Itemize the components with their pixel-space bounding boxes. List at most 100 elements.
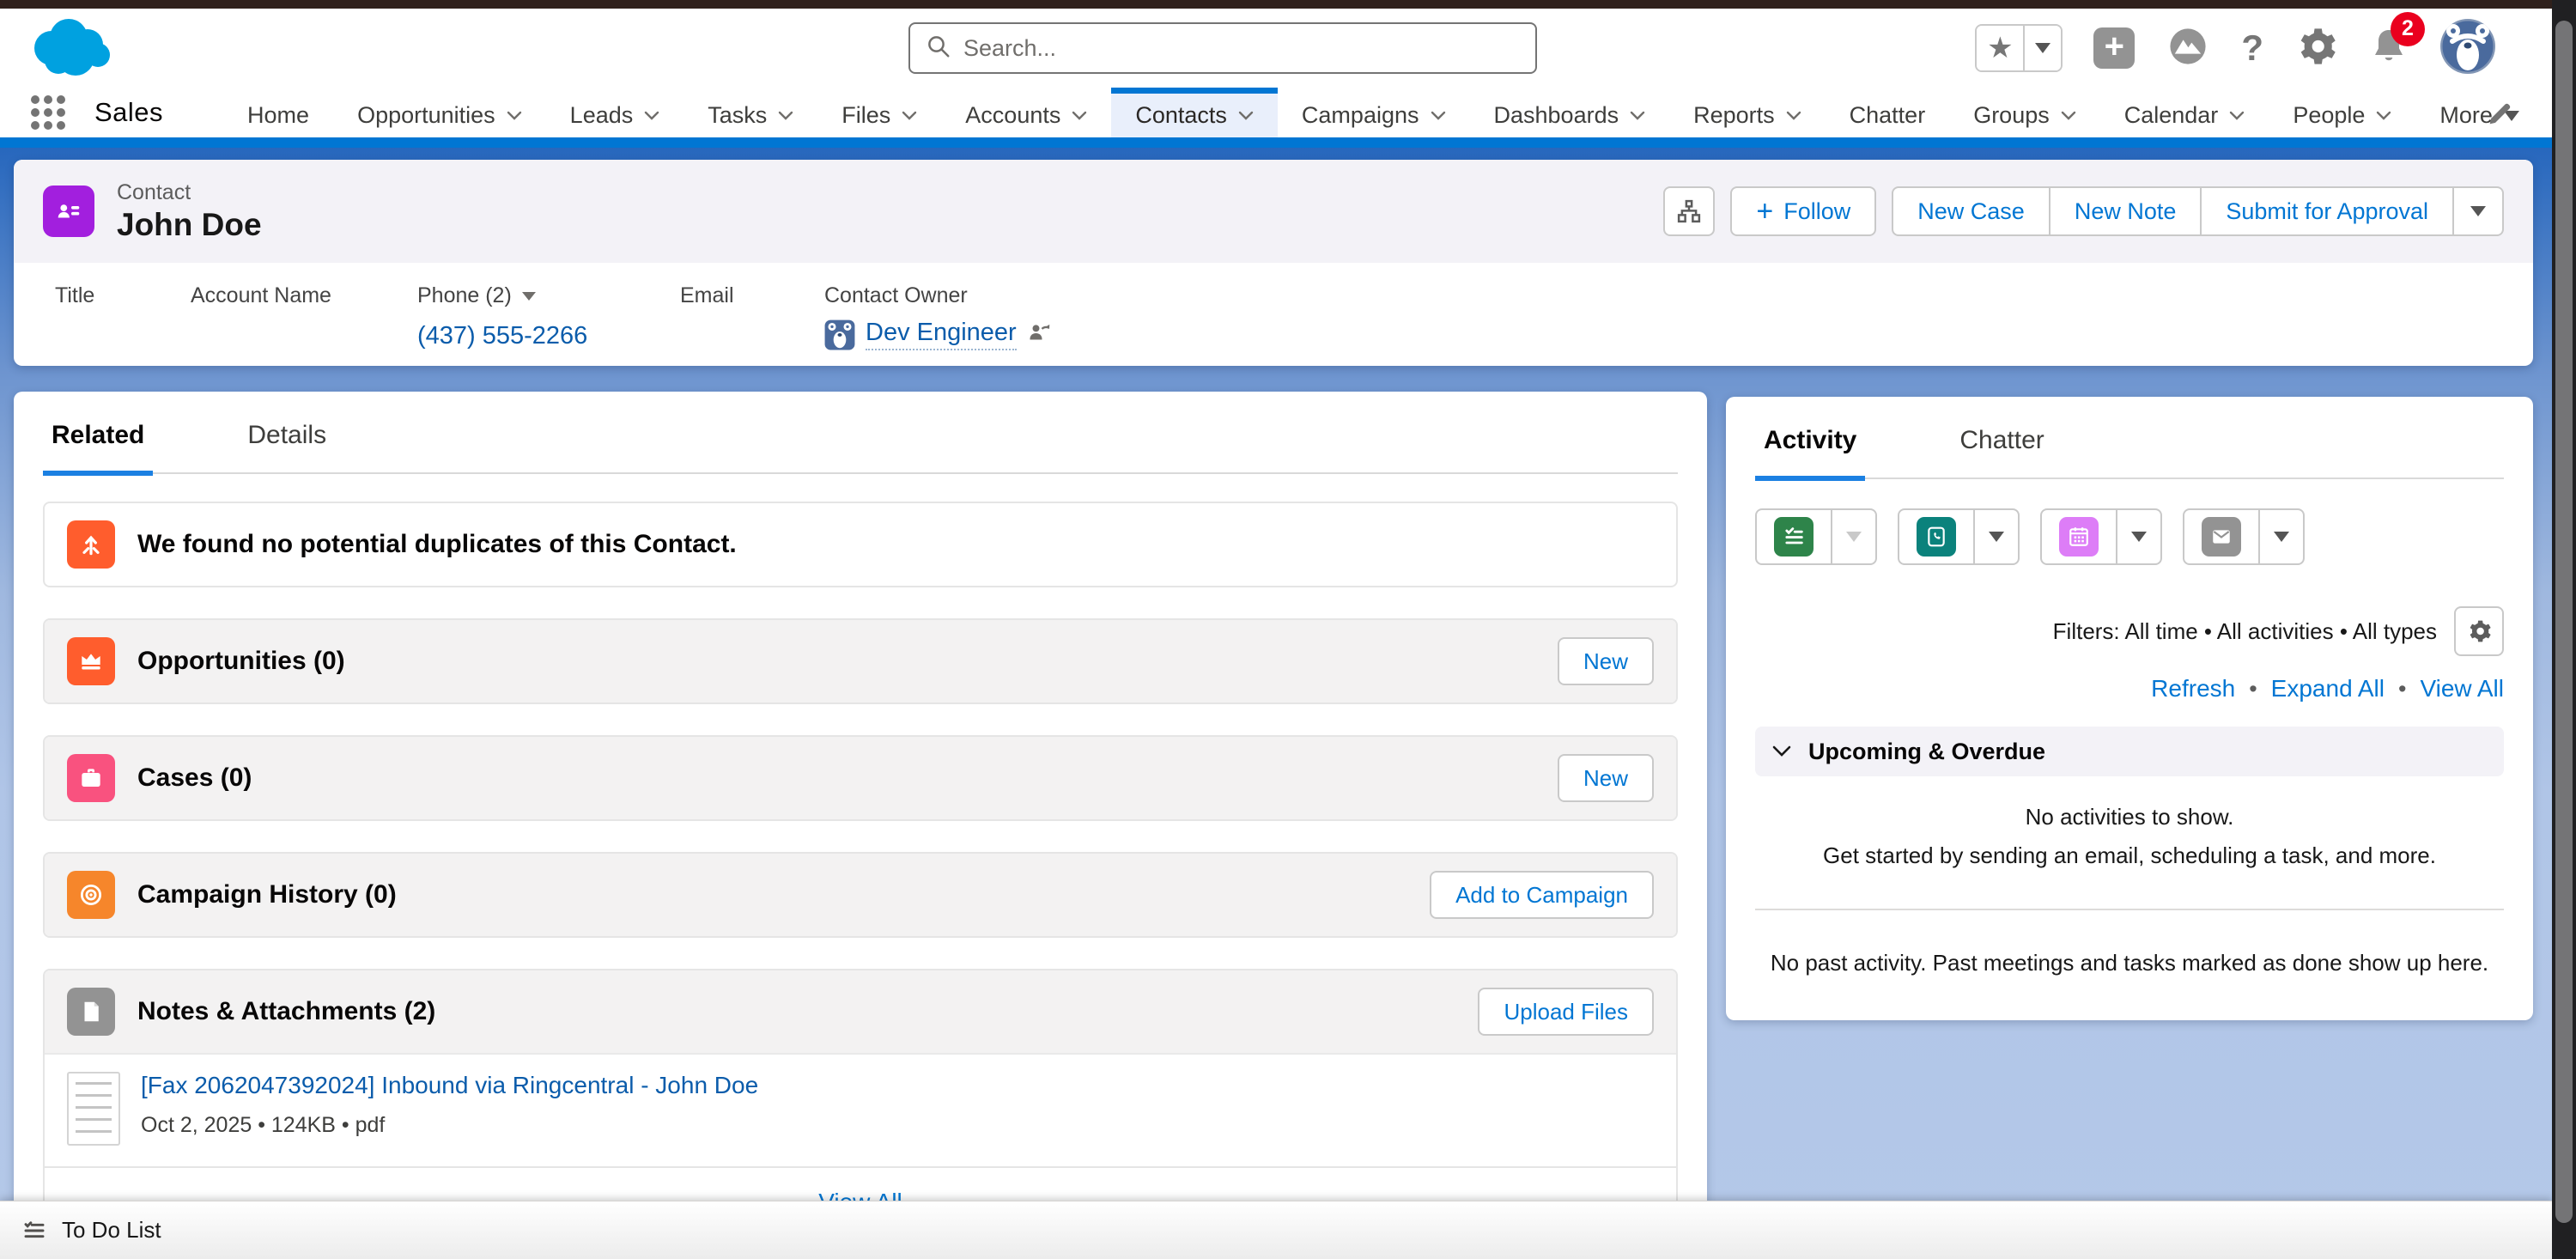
new-case-button[interactable]: New Case bbox=[1892, 186, 2050, 236]
new-event-button[interactable] bbox=[2042, 510, 2116, 563]
new-note-button[interactable]: New Note bbox=[2050, 186, 2202, 236]
tab-details[interactable]: Details bbox=[239, 421, 335, 476]
favorites-star-button[interactable]: ★ bbox=[1977, 26, 2023, 70]
task-icon bbox=[1774, 517, 1814, 557]
phone-value-link[interactable]: (437) 555-2266 bbox=[417, 322, 587, 350]
user-avatar[interactable] bbox=[2440, 19, 2495, 78]
nav-tab-dashboards[interactable]: Dashboards bbox=[1470, 88, 1670, 137]
record-highlight-fields: Title Account Name Phone (2) (437) 555-2… bbox=[14, 263, 2533, 366]
help-button[interactable]: ? bbox=[2241, 27, 2263, 69]
todo-list-button[interactable]: To Do List bbox=[21, 1217, 161, 1244]
upload-files-button[interactable]: Upload Files bbox=[1478, 988, 1654, 1036]
record-name: John Doe bbox=[117, 207, 262, 243]
caret-down-icon bbox=[2470, 206, 2486, 216]
change-owner-icon[interactable] bbox=[1027, 320, 1051, 349]
chevron-down-icon bbox=[644, 111, 659, 121]
activity-filters-row: Filters: All time • All activities • All… bbox=[1755, 606, 2504, 656]
tab-activity[interactable]: Activity bbox=[1755, 426, 1865, 481]
entity-label: Contact bbox=[117, 180, 262, 205]
favorites-button-group: ★ bbox=[1975, 24, 2063, 72]
related-list-title[interactable]: Cases (0) bbox=[137, 763, 252, 793]
tab-related[interactable]: Related bbox=[43, 421, 153, 476]
file-thumbnail bbox=[67, 1072, 120, 1146]
file-name-link[interactable]: [Fax 2062047392024] Inbound via Ringcent… bbox=[141, 1072, 758, 1099]
nav-tab-campaigns[interactable]: Campaigns bbox=[1278, 88, 1470, 137]
refresh-link[interactable]: Refresh bbox=[2151, 675, 2235, 702]
global-search[interactable] bbox=[908, 22, 1537, 74]
attachment-row[interactable]: [Fax 2062047392024] Inbound via Ringcent… bbox=[45, 1053, 1676, 1166]
log-call-split-button bbox=[1898, 508, 2020, 565]
email-button[interactable] bbox=[2184, 510, 2258, 563]
related-list-title[interactable]: Opportunities (0) bbox=[137, 647, 345, 676]
edit-nav-pencil-icon[interactable] bbox=[2485, 100, 2514, 133]
past-activity-text: No past activity. Past meetings and task… bbox=[1755, 950, 2504, 976]
field-title: Title bbox=[55, 283, 94, 308]
search-input[interactable] bbox=[963, 35, 1520, 62]
scrollbar-thumb[interactable] bbox=[2555, 21, 2573, 1223]
nav-tab-tasks[interactable]: Tasks bbox=[683, 88, 817, 137]
upcoming-overdue-section[interactable]: Upcoming & Overdue bbox=[1755, 727, 2504, 776]
record-header-card: Contact John Doe +Follow New Case New No… bbox=[14, 160, 2533, 366]
app-navigation-bar: Sales Home Opportunities Leads Tasks Fil… bbox=[0, 88, 2552, 137]
new-task-split-button bbox=[1755, 508, 1877, 565]
app-launcher-icon[interactable] bbox=[31, 95, 65, 130]
setup-gear-button[interactable] bbox=[2294, 25, 2337, 72]
nav-tab-chatter[interactable]: Chatter bbox=[1826, 88, 1950, 137]
related-list-title[interactable]: Notes & Attachments (2) bbox=[137, 997, 435, 1026]
email-dropdown-button[interactable] bbox=[2258, 510, 2303, 563]
task-dropdown-button[interactable] bbox=[1831, 510, 1875, 563]
nav-tab-more[interactable]: More bbox=[2415, 88, 2543, 137]
activity-view-all-link[interactable]: View All bbox=[2420, 675, 2504, 702]
activity-links-row: Refresh • Expand All • View All bbox=[1755, 675, 2504, 702]
nav-tab-leads[interactable]: Leads bbox=[546, 88, 684, 137]
expand-all-link[interactable]: Expand All bbox=[2271, 675, 2385, 702]
notes-icon bbox=[67, 988, 115, 1036]
empty-activities-line1: No activities to show. bbox=[1755, 804, 2504, 830]
chevron-down-icon bbox=[2229, 111, 2245, 121]
nav-tab-opportunities[interactable]: Opportunities bbox=[333, 88, 546, 137]
new-opportunity-button[interactable]: New bbox=[1558, 637, 1654, 685]
trailhead-icon[interactable] bbox=[2166, 24, 2210, 73]
field-account-name: Account Name bbox=[191, 283, 331, 308]
record-header-top: Contact John Doe +Follow New Case New No… bbox=[14, 160, 2533, 263]
favorites-dropdown-button[interactable] bbox=[2023, 26, 2061, 70]
org-chart-button[interactable] bbox=[1663, 186, 1715, 236]
app-name[interactable]: Sales bbox=[94, 97, 163, 128]
caret-down-icon bbox=[1989, 532, 2004, 542]
event-dropdown-button[interactable] bbox=[2116, 510, 2160, 563]
new-event-split-button bbox=[2040, 508, 2162, 565]
tab-chatter[interactable]: Chatter bbox=[1951, 426, 2052, 481]
owner-name-link[interactable]: Dev Engineer bbox=[866, 319, 1017, 350]
new-case-related-button[interactable]: New bbox=[1558, 754, 1654, 802]
duplicates-card: We found no potential duplicates of this… bbox=[43, 502, 1678, 587]
follow-button[interactable]: +Follow bbox=[1730, 186, 1876, 236]
activity-panel: Activity Chatter bbox=[1726, 397, 2533, 1020]
chevron-down-icon bbox=[1238, 111, 1254, 121]
global-actions-button[interactable]: + bbox=[2093, 27, 2135, 69]
nav-tab-contacts[interactable]: Contacts bbox=[1111, 88, 1278, 137]
nav-tab-people[interactable]: People bbox=[2269, 88, 2415, 137]
field-contact-owner: Contact Owner Dev Engineer bbox=[824, 283, 1051, 350]
chevron-down-icon bbox=[1786, 111, 1801, 121]
log-call-button[interactable] bbox=[1899, 510, 1973, 563]
window-scrollbar[interactable] bbox=[2552, 0, 2576, 1259]
notifications-button[interactable]: 2 bbox=[2368, 26, 2409, 71]
nav-tab-groups[interactable]: Groups bbox=[1949, 88, 2100, 137]
nav-tab-files[interactable]: Files bbox=[817, 88, 941, 137]
nav-tab-calendar[interactable]: Calendar bbox=[2100, 88, 2269, 137]
new-task-button[interactable] bbox=[1757, 510, 1831, 563]
nav-tab-reports[interactable]: Reports bbox=[1669, 88, 1826, 137]
contact-entity-icon bbox=[43, 186, 94, 237]
caret-down-icon bbox=[1846, 532, 1862, 542]
submit-for-approval-button[interactable]: Submit for Approval bbox=[2202, 186, 2454, 236]
nav-tab-accounts[interactable]: Accounts bbox=[941, 88, 1111, 137]
nav-tab-home[interactable]: Home bbox=[223, 88, 333, 137]
more-actions-dropdown-button[interactable] bbox=[2454, 186, 2504, 236]
add-to-campaign-button[interactable]: Add to Campaign bbox=[1430, 871, 1654, 919]
phone-dropdown-caret-icon[interactable] bbox=[522, 292, 536, 301]
opportunity-icon bbox=[67, 637, 115, 685]
activity-filter-settings-button[interactable] bbox=[2454, 606, 2504, 656]
bullet-separator: • bbox=[2249, 676, 2257, 702]
call-dropdown-button[interactable] bbox=[1973, 510, 2018, 563]
related-list-title[interactable]: Campaign History (0) bbox=[137, 880, 397, 909]
